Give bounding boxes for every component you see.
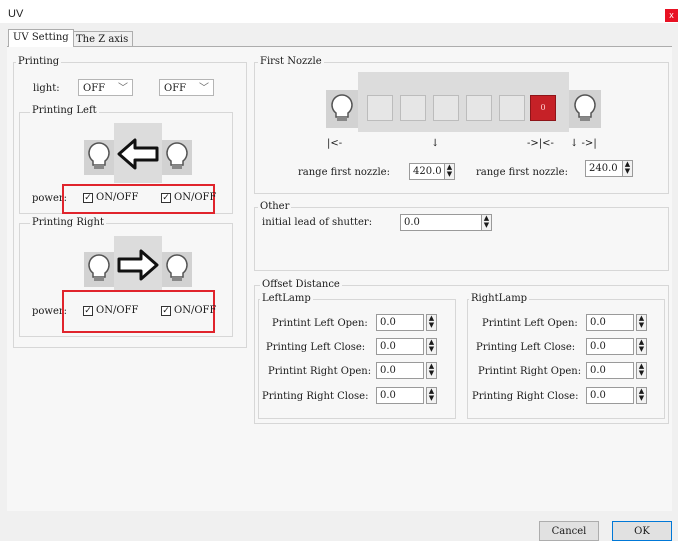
nozzle-marker-4: ↓ ->| — [570, 138, 597, 149]
range1-label: range first nozzle: — [298, 167, 390, 178]
tab-z-axis[interactable]: The Z axis — [71, 31, 134, 47]
lead-spinner[interactable]: ▲ ▼ — [481, 214, 492, 231]
cancel-button[interactable]: Cancel — [539, 521, 599, 541]
leftlamp-row-2-label: Printing Left Close: — [266, 342, 366, 353]
range2-label: range first nozzle: — [476, 167, 568, 178]
window-title: UV — [8, 8, 24, 20]
leftlamp-row-2-field[interactable]: 0.0 — [376, 338, 424, 355]
chevron-down-icon: ﹀ — [199, 83, 209, 94]
first-nozzle-title: First Nozzle — [258, 56, 324, 67]
rightlamp-row-3-field[interactable]: 0.0 — [586, 362, 634, 379]
leftlamp-row-4-field[interactable]: 0.0 — [376, 387, 424, 404]
leftlamp-row-4-label: Printing Right Close: — [262, 391, 369, 402]
lead-field[interactable]: 0.0 — [400, 214, 482, 231]
tab-uv-setting[interactable]: UV Setting — [8, 29, 74, 47]
arrow-left-icon — [117, 138, 159, 170]
leftlamp-row-1-spinner[interactable]: ▲ ▼ — [426, 314, 437, 331]
bulb-icon — [166, 254, 188, 281]
light-label: light: — [33, 83, 60, 94]
rightlamp-row-2-field[interactable]: 0.0 — [586, 338, 634, 355]
rightlamp-row-3-label: Printint Right Open: — [478, 366, 582, 377]
range2-spinner[interactable]: ▲ ▼ — [622, 160, 633, 177]
leftlamp-row-2-spinner[interactable]: ▲ ▼ — [426, 338, 437, 355]
rightlamp-row-1-spinner[interactable]: ▲ ▼ — [636, 314, 647, 331]
nozzle-slot-2 — [400, 95, 426, 121]
right-power-check-1-label: ON/OFF — [96, 305, 139, 316]
leftlamp-title: LeftLamp — [260, 293, 313, 304]
leftlamp-row-3-field[interactable]: 0.0 — [376, 362, 424, 379]
rightlamp-row-4-field[interactable]: 0.0 — [586, 387, 634, 404]
printing-left-title: Printing Left — [30, 105, 99, 116]
ok-button[interactable]: OK — [612, 521, 672, 541]
range2-field[interactable]: 240.0 — [585, 160, 623, 177]
printing-right-title: Printing Right — [30, 217, 106, 228]
nozzle-marker-2: ↓ — [431, 138, 440, 149]
light-select-1[interactable]: OFF ﹀ — [78, 79, 133, 96]
chevron-down-icon: ﹀ — [118, 83, 128, 94]
arrow-right-icon — [117, 249, 159, 281]
nozzle-marker-3: ->|<- — [527, 138, 554, 149]
rightlamp-row-1-label: Printint Left Open: — [482, 318, 578, 329]
light-select-2[interactable]: OFF ﹀ — [159, 79, 214, 96]
rightlamp-title: RightLamp — [469, 293, 530, 304]
leftlamp-row-1-field[interactable]: 0.0 — [376, 314, 424, 331]
bulb-icon — [574, 94, 596, 121]
leftlamp-row-1-label: Printint Left Open: — [272, 318, 368, 329]
rightlamp-row-2-spinner[interactable]: ▲ ▼ — [636, 338, 647, 355]
bulb-icon — [166, 142, 188, 169]
leftlamp-row-3-spinner[interactable]: ▲ ▼ — [426, 362, 437, 379]
left-power-check-2-label: ON/OFF — [174, 192, 217, 203]
nozzle-slot-active: 0 — [530, 95, 556, 121]
bulb-icon — [88, 254, 110, 281]
rightlamp-row-2-label: Printing Left Close: — [476, 342, 576, 353]
rightlamp-row-1-field[interactable]: 0.0 — [586, 314, 634, 331]
rightlamp-row-3-spinner[interactable]: ▲ ▼ — [636, 362, 647, 379]
left-power-checkbox-2[interactable]: ✓ — [161, 193, 171, 203]
left-power-checkbox-1[interactable]: ✓ — [83, 193, 93, 203]
offset-distance-title: Offset Distance — [260, 279, 342, 290]
light-select-1-value: OFF — [83, 83, 106, 94]
rightlamp-row-4-label: Printing Right Close: — [472, 391, 579, 402]
nozzle-marker-1: |<- — [327, 138, 343, 149]
right-power-checkbox-1[interactable]: ✓ — [83, 306, 93, 316]
nozzle-slot-4 — [466, 95, 492, 121]
bulb-icon — [331, 94, 353, 121]
range1-spinner[interactable]: ▲ ▼ — [444, 163, 455, 180]
nozzle-slot-1 — [367, 95, 393, 121]
light-select-2-value: OFF — [164, 83, 187, 94]
nozzle-slot-3 — [433, 95, 459, 121]
printing-group-title: Printing — [16, 56, 62, 67]
right-power-check-2-label: ON/OFF — [174, 305, 217, 316]
title-bar: UV x — [0, 5, 678, 23]
lead-label: initial lead of shutter: — [262, 217, 373, 228]
nozzle-slot-5 — [499, 95, 525, 121]
leftlamp-row-3-label: Printint Right Open: — [268, 366, 372, 377]
close-button[interactable]: x — [665, 9, 678, 22]
other-title: Other — [258, 201, 292, 212]
range1-field[interactable]: 420.0 — [409, 163, 445, 180]
right-power-checkbox-2[interactable]: ✓ — [161, 306, 171, 316]
leftlamp-row-4-spinner[interactable]: ▲ ▼ — [426, 387, 437, 404]
bulb-icon — [88, 142, 110, 169]
rightlamp-row-4-spinner[interactable]: ▲ ▼ — [636, 387, 647, 404]
left-power-check-1-label: ON/OFF — [96, 192, 139, 203]
